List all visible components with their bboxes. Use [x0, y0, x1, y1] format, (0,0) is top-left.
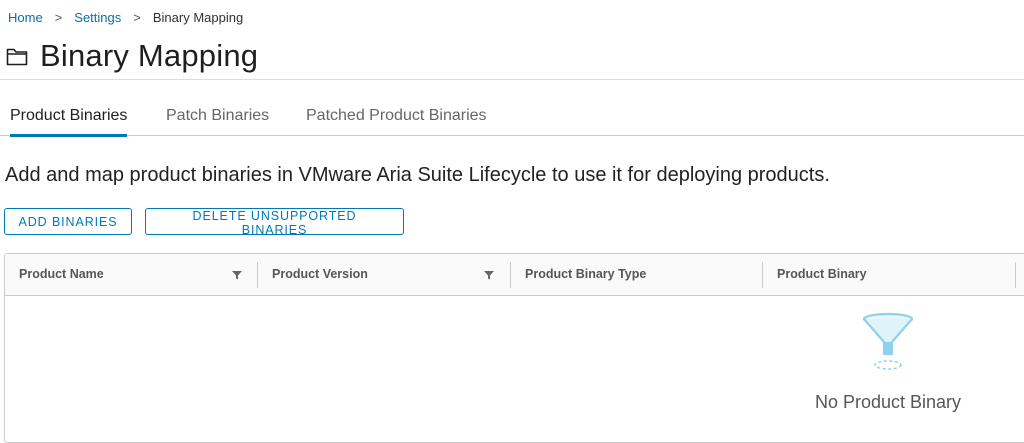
- column-header-product-binary-type[interactable]: Product Binary Type: [511, 254, 763, 295]
- filter-icon[interactable]: [231, 269, 243, 281]
- page-title: Binary Mapping: [40, 38, 259, 73]
- tab-bar: Product Binaries Patch Binaries Patched …: [0, 96, 1024, 137]
- page-header: Binary Mapping: [6, 36, 258, 76]
- chevron-right-icon: >: [54, 10, 63, 25]
- add-binaries-button[interactable]: ADD BINARIES: [4, 208, 132, 235]
- tab-product-binaries[interactable]: Product Binaries: [10, 96, 128, 137]
- tab-patch-binaries[interactable]: Patch Binaries: [166, 96, 269, 136]
- column-header-product-version[interactable]: Product Version: [258, 254, 510, 295]
- grid-header: Product Name Product Version Product Bin…: [5, 254, 1024, 296]
- column-label: Product Binary: [777, 267, 867, 281]
- breadcrumb-settings-link[interactable]: Settings: [74, 10, 121, 25]
- empty-state-text: No Product Binary: [814, 392, 962, 412]
- delete-unsupported-binaries-button[interactable]: DELETE UNSUPPORTED BINARIES: [145, 208, 404, 237]
- column-label: Product Version: [272, 267, 368, 281]
- breadcrumb: Home > Settings > Binary Mapping: [8, 10, 243, 25]
- page-description: Add and map product binaries in VMware A…: [5, 164, 830, 186]
- filter-icon[interactable]: [483, 269, 495, 281]
- column-header-product-name[interactable]: Product Name: [5, 254, 257, 295]
- tab-patched-product-binaries[interactable]: Patched Product Binaries: [306, 96, 487, 136]
- column-header-product-binary[interactable]: Product Binary: [763, 254, 1015, 295]
- header-divider: [0, 79, 1024, 80]
- column-label: Product Binary Type: [525, 267, 647, 281]
- folder-icon: [6, 48, 28, 66]
- breadcrumb-current: Binary Mapping: [152, 10, 244, 25]
- breadcrumb-home-link[interactable]: Home: [8, 10, 43, 25]
- empty-filter-icon: [862, 312, 914, 370]
- chevron-right-icon: >: [133, 10, 141, 25]
- column-label: Product Name: [19, 267, 104, 281]
- column-separator[interactable]: [1015, 262, 1016, 288]
